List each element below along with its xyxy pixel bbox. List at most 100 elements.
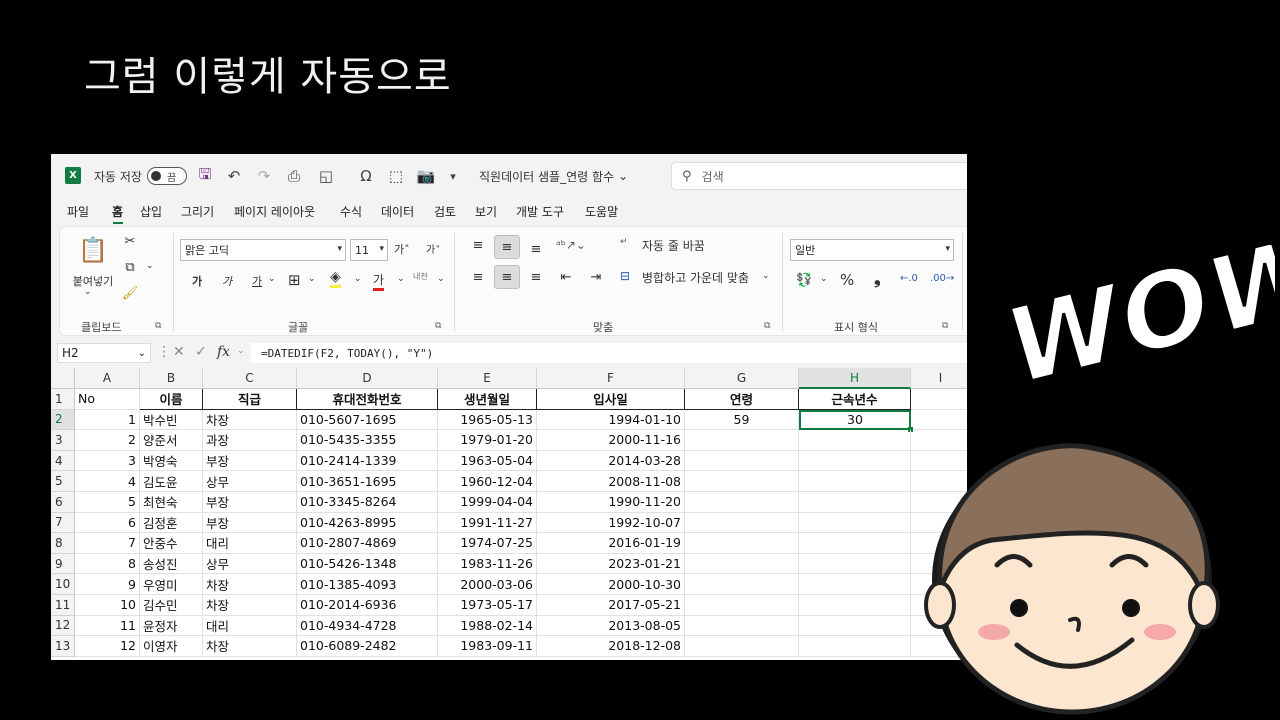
cell-rank[interactable]: 차장 <box>203 595 297 616</box>
align-top-icon[interactable]: ≡ <box>468 235 488 255</box>
active-cell-tenure[interactable]: 30 <box>799 409 911 431</box>
cell-no[interactable]: 8 <box>75 553 140 575</box>
tab-formulas[interactable]: 수식 <box>340 203 362 220</box>
cell-age[interactable] <box>685 430 799 451</box>
cell-name[interactable]: 안중수 <box>140 533 203 554</box>
search-box[interactable]: ⚲ 검색 <box>671 162 967 190</box>
orientation-icon[interactable]: ᵃᵇ↗⌄ <box>556 235 586 255</box>
cell-tenure[interactable] <box>799 471 911 492</box>
cell-rank[interactable]: 과장 <box>203 430 297 451</box>
column-header-e[interactable]: E <box>438 368 537 389</box>
cell-tenure[interactable] <box>799 450 911 472</box>
cell-join[interactable]: 1994-01-10 <box>537 409 685 431</box>
decrease-decimal-icon[interactable]: .00→ <box>930 273 954 284</box>
tab-review[interactable]: 검토 <box>434 203 456 220</box>
paste-icon[interactable]: 📋 <box>78 235 108 265</box>
paste-dropdown-icon[interactable]: ⌄ <box>84 287 92 297</box>
cell-name[interactable]: 김수민 <box>140 595 203 616</box>
cell-no[interactable]: 12 <box>75 636 140 657</box>
enter-icon[interactable]: ✓ <box>195 344 207 360</box>
percent-button[interactable]: % <box>840 271 854 289</box>
cell-birth[interactable]: 1983-11-26 <box>438 553 537 575</box>
cell-birth[interactable]: 1983-09-11 <box>438 636 537 657</box>
row-header[interactable]: 10 <box>51 574 75 595</box>
cell-phone[interactable]: 010-6089-2482 <box>297 636 438 657</box>
cell-rank[interactable]: 부장 <box>203 450 297 472</box>
cell-tenure[interactable] <box>799 430 911 451</box>
cell-name[interactable]: 송성진 <box>140 553 203 575</box>
paste-label[interactable]: 붙여넣기 <box>68 273 118 289</box>
undo-icon[interactable]: ↶ <box>224 166 244 186</box>
merge-dropdown-icon[interactable]: ⌄ <box>762 271 770 281</box>
cut-icon[interactable]: ✂ <box>122 233 138 249</box>
cell-no[interactable]: 1 <box>75 409 140 431</box>
tab-file[interactable]: 파일 <box>67 203 89 220</box>
row-header[interactable]: 2 <box>51 409 75 431</box>
comma-style-button[interactable]: ❟ <box>874 269 881 289</box>
cell-no[interactable]: 6 <box>75 512 140 534</box>
row-header[interactable]: 4 <box>51 450 75 472</box>
omega-symbol-icon[interactable]: Ω <box>356 166 376 186</box>
merge-center-label[interactable]: 병합하고 가운데 맞춤 <box>642 269 749 286</box>
save-icon[interactable]: 🖫 <box>195 165 215 186</box>
cell-join[interactable]: 2018-12-08 <box>537 636 685 657</box>
column-header-a[interactable]: A <box>75 368 140 389</box>
redo-icon[interactable]: ↷ <box>254 166 274 186</box>
column-header-c[interactable]: C <box>203 368 297 389</box>
customize-toolbar-icon[interactable]: ▾ <box>443 166 463 186</box>
wrap-text-label[interactable]: 자동 줄 바꿈 <box>642 237 705 254</box>
cancel-icon[interactable]: ✕ <box>173 344 185 360</box>
cell-header-tenure[interactable]: 근속년수 <box>799 389 911 410</box>
tab-home[interactable]: 홈 <box>112 203 123 220</box>
cell-header-rank[interactable]: 직급 <box>203 389 297 410</box>
cell-header-join[interactable]: 입사일 <box>537 389 685 410</box>
cell-no[interactable]: 2 <box>75 430 140 451</box>
cell-phone[interactable]: 010-1385-4093 <box>297 574 438 595</box>
underline-dropdown-icon[interactable]: ⌄ <box>268 274 276 284</box>
font-color-button[interactable]: 가 <box>373 271 385 291</box>
fill-color-dropdown-icon[interactable]: ⌄ <box>354 274 362 284</box>
align-middle-icon[interactable]: ≡ <box>494 235 520 259</box>
insert-function-icon[interactable]: fx <box>217 344 230 360</box>
tab-data[interactable]: 데이터 <box>381 203 414 220</box>
cell-join[interactable]: 2000-11-16 <box>537 430 685 451</box>
underline-button[interactable]: 가 <box>252 273 262 289</box>
fx-dropdown-icon[interactable]: ⌄ <box>237 346 245 356</box>
autosave-toggle[interactable]: 끔 <box>147 167 187 185</box>
select-objects-icon[interactable]: ⬚ <box>386 166 406 186</box>
cell-name[interactable]: 양준서 <box>140 430 203 451</box>
file-title[interactable]: 직원데이터 샘플_연령 함수 ⌄ <box>479 154 628 198</box>
bold-button[interactable]: 가 <box>192 273 202 289</box>
cell-rank[interactable]: 상무 <box>203 471 297 492</box>
cell-rank[interactable]: 대리 <box>203 615 297 637</box>
cell-age[interactable] <box>685 595 799 616</box>
borders-dropdown-icon[interactable]: ⌄ <box>308 274 316 284</box>
format-painter-icon[interactable]: 🖌 <box>122 285 139 301</box>
cell-phone[interactable]: 010-4934-4728 <box>297 615 438 637</box>
cell-age[interactable] <box>685 615 799 637</box>
cell-no[interactable]: 11 <box>75 615 140 637</box>
cell-no[interactable]: 7 <box>75 533 140 554</box>
tab-help[interactable]: 도움말 <box>585 203 618 220</box>
accounting-format-icon[interactable]: 💱 <box>796 273 812 288</box>
row-header[interactable]: 9 <box>51 553 75 575</box>
tab-draw[interactable]: 그리기 <box>181 203 214 220</box>
cell-rank[interactable]: 차장 <box>203 636 297 657</box>
cell-no[interactable]: 4 <box>75 471 140 492</box>
cell-empty[interactable] <box>911 410 967 431</box>
merge-center-icon[interactable]: ⊟ <box>620 269 630 283</box>
font-launcher-icon[interactable]: ⧉ <box>435 321 441 331</box>
cell-header-no[interactable]: No <box>75 389 140 410</box>
cell-join[interactable]: 2008-11-08 <box>537 471 685 492</box>
cell-age[interactable] <box>685 450 799 472</box>
cell-join[interactable]: 1992-10-07 <box>537 512 685 534</box>
column-header-b[interactable]: B <box>140 368 203 389</box>
cell-age[interactable] <box>685 512 799 534</box>
cell-rank[interactable]: 부장 <box>203 512 297 534</box>
name-box[interactable]: H2 ⌄ <box>57 343 151 363</box>
align-right-icon[interactable]: ≡ <box>526 267 546 287</box>
cell-join[interactable]: 2013-08-05 <box>537 615 685 637</box>
cell-phone[interactable]: 010-2014-6936 <box>297 595 438 616</box>
accounting-dropdown-icon[interactable]: ⌄ <box>820 274 828 284</box>
phonetic-dropdown-icon[interactable]: ⌄ <box>437 274 445 284</box>
